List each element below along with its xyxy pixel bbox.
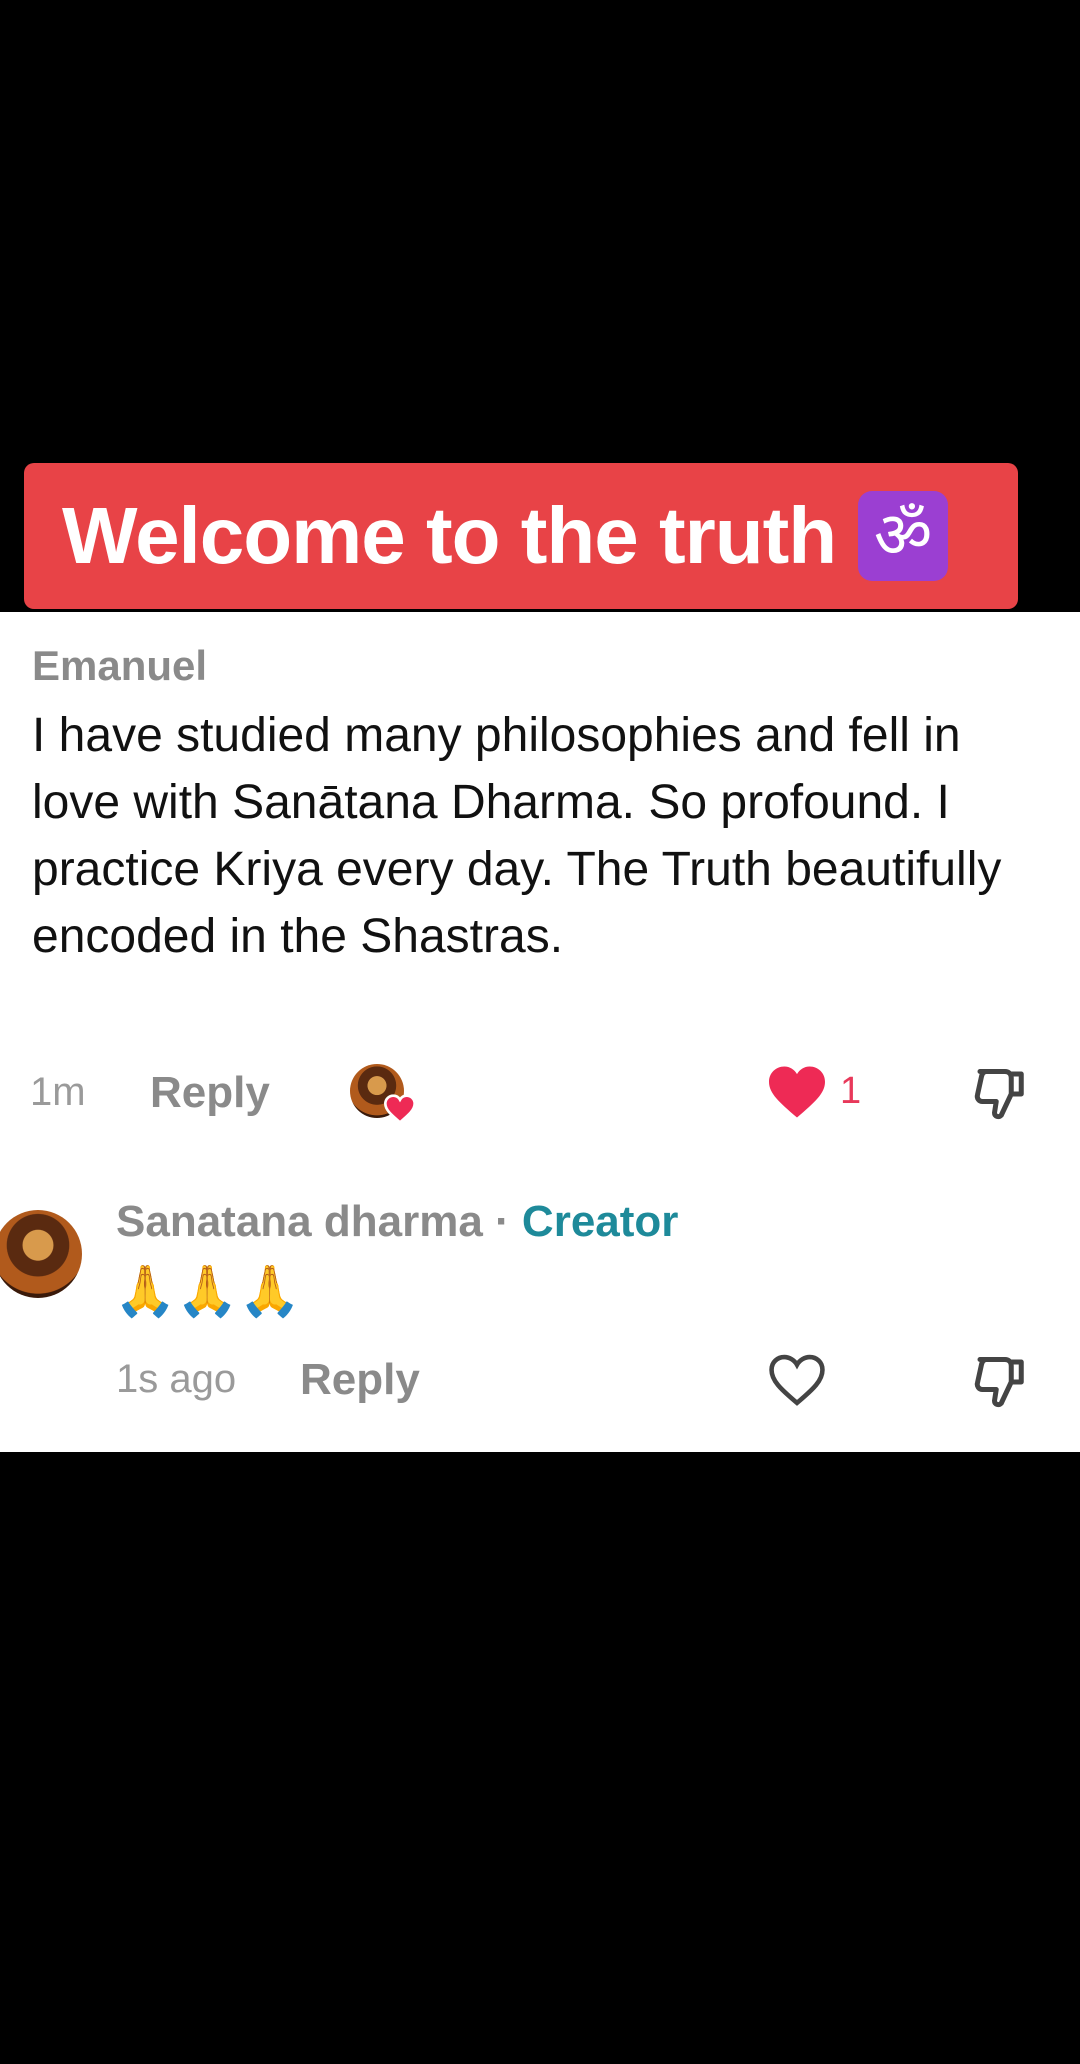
banner-title: Welcome to the truth <box>62 491 837 580</box>
comment-username[interactable]: Emanuel <box>32 642 207 690</box>
comment-reply-button[interactable]: Reply <box>150 1068 270 1118</box>
comments-panel: Emanuel I have studied many philosophies… <box>0 612 1080 1452</box>
heart-filled-icon[interactable] <box>766 1064 828 1120</box>
thumbs-down-icon[interactable] <box>970 1064 1030 1124</box>
like-count: 1 <box>840 1070 862 1112</box>
name-separator: · <box>482 1197 522 1246</box>
heart-outline-icon[interactable] <box>766 1352 828 1408</box>
reply-header: Sanatana dharma · Creator <box>116 1197 678 1247</box>
creator-avatar[interactable] <box>0 1210 82 1298</box>
thumbs-down-icon[interactable] <box>970 1352 1030 1412</box>
reply-username[interactable]: Sanatana dharma <box>116 1197 483 1246</box>
creator-badge: Creator <box>521 1197 679 1246</box>
mini-heart-icon <box>384 1094 416 1124</box>
om-emoji-icon: ॐ <box>858 491 949 581</box>
comment-text: I have studied many philosophies and fel… <box>32 709 1002 963</box>
reply-text: 🙏🙏🙏 <box>114 1262 301 1320</box>
title-banner: Welcome to the truth ॐ <box>24 463 1018 609</box>
reply-reply-button[interactable]: Reply <box>300 1355 420 1405</box>
reply-timestamp: 1s ago <box>116 1357 237 1401</box>
comment-timestamp: 1m <box>30 1070 86 1114</box>
